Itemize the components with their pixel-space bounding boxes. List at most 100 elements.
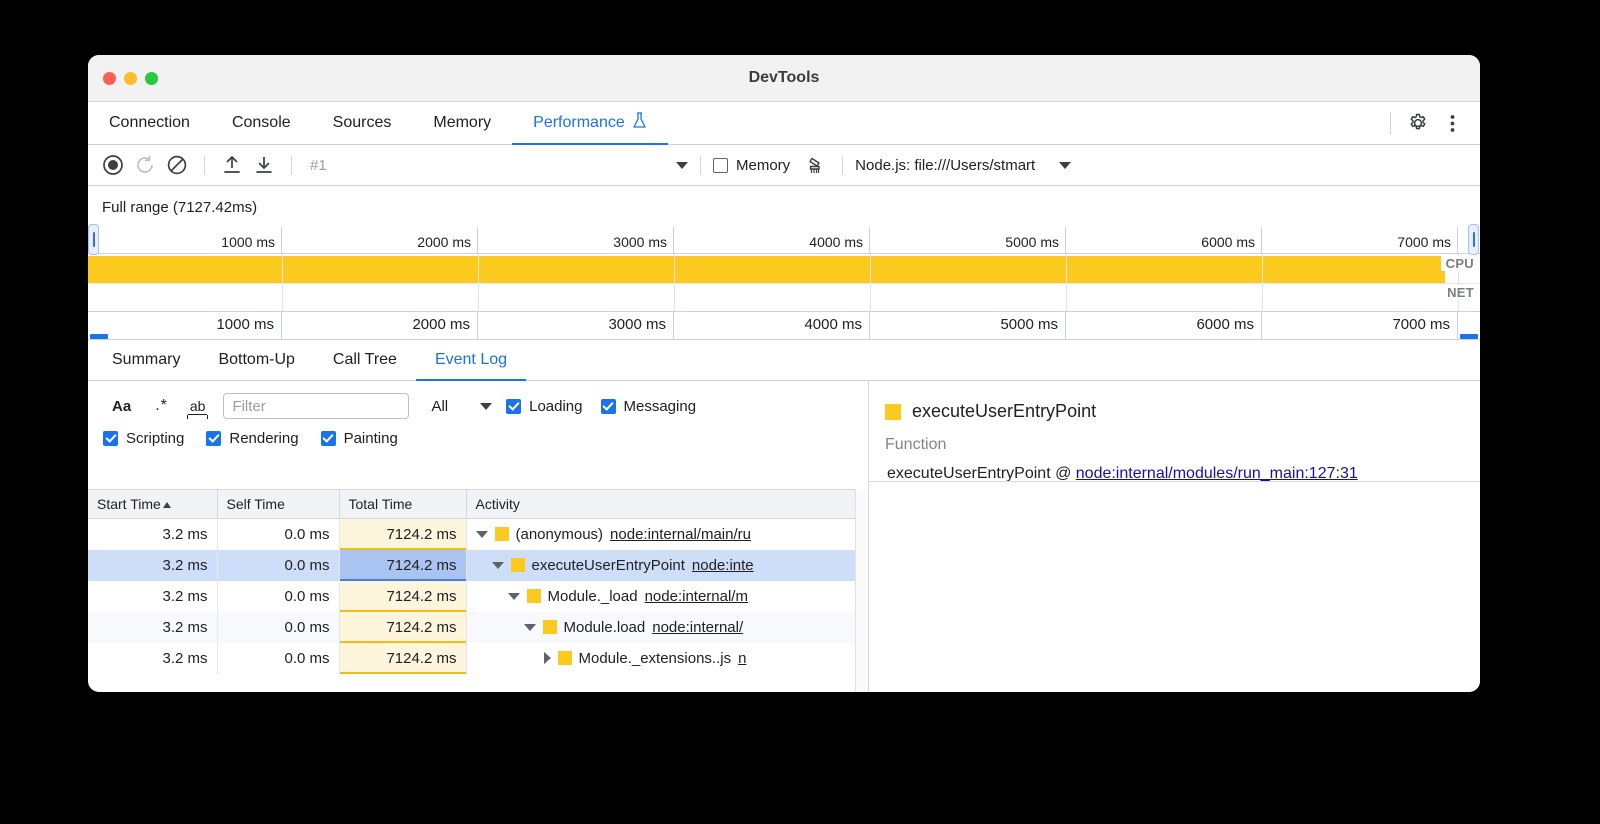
checkbox-painting-box [321,431,336,446]
toolbar-divider [291,156,292,175]
event-log-filter-bar: Aa .* ab All Loading Messaging [88,381,868,457]
cell-self-time: 0.0 ms [217,519,339,550]
checkbox-loading[interactable]: Loading [506,398,582,415]
tab-sources[interactable]: Sources [312,102,413,145]
tab-summary[interactable]: Summary [93,340,199,381]
cell-total-time: 7124.2 ms [339,643,466,674]
column-header-activity[interactable]: Activity [466,490,868,519]
overview-lane-cpu[interactable]: CPU [88,254,1480,283]
table-row[interactable]: 3.2 ms 0.0 ms 7124.2 ms (anonymous) [88,519,868,550]
cell-start-time: 3.2 ms [88,581,217,612]
memory-checkbox-box [713,158,728,173]
target-selector-label[interactable]: Node.js: file:///Users/stmart [855,157,1035,174]
expand-triangle-icon[interactable] [476,531,488,538]
table-row[interactable]: 3.2 ms 0.0 ms 7124.2 ms Module.load [88,612,868,643]
more-options-button[interactable] [1437,108,1467,138]
cell-total-time-label: 7124.2 ms [386,557,456,574]
tab-performance[interactable]: Performance [512,102,668,145]
settings-button[interactable] [1403,108,1433,138]
tab-memory[interactable]: Memory [412,102,512,145]
checkbox-scripting[interactable]: Scripting [103,430,184,447]
event-detail-source-link[interactable]: node:internal/modules/run_main:127:31 [1076,465,1358,482]
toolbar-divider [842,156,843,175]
table-row[interactable]: 3.2 ms 0.0 ms 7124.2 ms Module._ext [88,643,868,674]
lane-label-net: NET [1442,285,1474,300]
cell-total-time: 7124.2 ms [339,612,466,643]
ruler-tick-label: 7000 ms [1392,316,1450,333]
activity-url[interactable]: node:inte [692,557,754,574]
tab-call-tree[interactable]: Call Tree [314,340,416,381]
activity-name: (anonymous) [516,526,604,543]
event-detail-stack-prefix: executeUserEntryPoint @ [887,465,1076,482]
table-row[interactable]: 3.2 ms 0.0 ms 7124.2 ms Module._loa [88,581,868,612]
column-header-start-time[interactable]: Start Time [88,490,217,519]
tab-console[interactable]: Console [211,102,312,145]
record-button[interactable] [98,150,128,180]
activity-name: executeUserEntryPoint [532,557,685,574]
collect-garbage-button[interactable] [800,150,830,180]
range-handle-left[interactable] [88,224,99,255]
activity-url[interactable]: node:internal/m [645,588,748,605]
regex-button[interactable]: .* [143,397,180,415]
collapse-triangle-icon[interactable] [544,652,551,664]
tab-bottom-up[interactable]: Bottom-Up [199,340,313,381]
checkbox-painting[interactable]: Painting [321,430,398,447]
lane-label-cpu: CPU [1441,256,1474,271]
filter-input[interactable] [223,393,409,419]
column-header-total-time[interactable]: Total Time [339,490,466,519]
reload-and-record-button[interactable] [130,150,160,180]
checkbox-loading-label: Loading [529,398,582,415]
tab-event-log[interactable]: Event Log [416,340,526,381]
detail-content: Aa .* ab All Loading Messaging [88,381,1480,692]
memory-checkbox[interactable]: Memory [713,157,790,174]
cpu-activity-bar [88,256,1445,283]
expand-triangle-icon[interactable] [508,593,520,600]
toolbar-divider [700,156,701,175]
range-edge-marker-left[interactable] [90,334,108,339]
whole-word-button[interactable]: ab [188,398,208,415]
event-detail-pane: executeUserEntryPoint Function executeUs… [869,381,1480,692]
category-swatch-icon [495,527,509,541]
save-profile-button[interactable] [249,150,279,180]
load-profile-button[interactable] [217,150,247,180]
checkbox-rendering[interactable]: Rendering [206,430,298,447]
expand-triangle-icon[interactable] [492,562,504,569]
column-header-self-time[interactable]: Self Time [217,490,339,519]
overview-lane-net[interactable]: NET [88,283,1480,312]
range-edge-marker-right[interactable] [1460,334,1478,339]
recording-dropdown-caret[interactable] [676,162,688,169]
panel-tabstrip: Connection Console Sources Memory Perfor… [88,102,1480,145]
filter-row-secondary: Scripting Rendering Painting [100,423,868,453]
tab-summary-label: Summary [112,351,180,369]
activity-url[interactable]: node:internal/main/ru [610,526,751,543]
table-row[interactable]: 3.2 ms 0.0 ms 7124.2 ms executeUser [88,550,868,581]
category-swatch-icon [511,558,525,572]
match-case-button[interactable]: Aa [100,398,143,415]
category-swatch-icon [543,620,557,634]
target-selector-caret[interactable] [1059,162,1071,169]
tab-connection[interactable]: Connection [88,102,211,145]
cell-start-time: 3.2 ms [88,519,217,550]
table-vertical-scrollbar[interactable] [855,489,868,692]
cell-activity: executeUserEntryPoint node:inte [466,550,868,581]
checkbox-painting-label: Painting [344,430,398,447]
activity-url[interactable]: node:internal/ [652,619,743,636]
checkbox-messaging[interactable]: Messaging [601,398,697,415]
cell-activity: Module._load node:internal/m [466,581,868,612]
overview-lanes: CPU NET [88,254,1480,311]
cell-activity: Module.load node:internal/ [466,612,868,643]
duration-filter-value[interactable]: All [409,398,456,415]
cell-total-time: 7124.2 ms [339,550,466,581]
expand-triangle-icon[interactable] [524,624,536,631]
detail-tabstrip: Summary Bottom-Up Call Tree Event Log [88,340,1480,381]
category-swatch-icon [527,589,541,603]
activity-url[interactable]: n [738,650,746,667]
duration-filter-caret[interactable] [480,403,492,410]
recording-name[interactable]: #1 [304,157,674,174]
cell-total-time-label: 7124.2 ms [386,588,456,605]
checkbox-messaging-label: Messaging [624,398,697,415]
timeline-overview: Full range (7127.42ms) 1000 ms 2000 ms 3… [88,186,1480,340]
cell-start-time: 3.2 ms [88,612,217,643]
range-handle-right[interactable] [1468,224,1479,255]
clear-button[interactable] [162,150,192,180]
